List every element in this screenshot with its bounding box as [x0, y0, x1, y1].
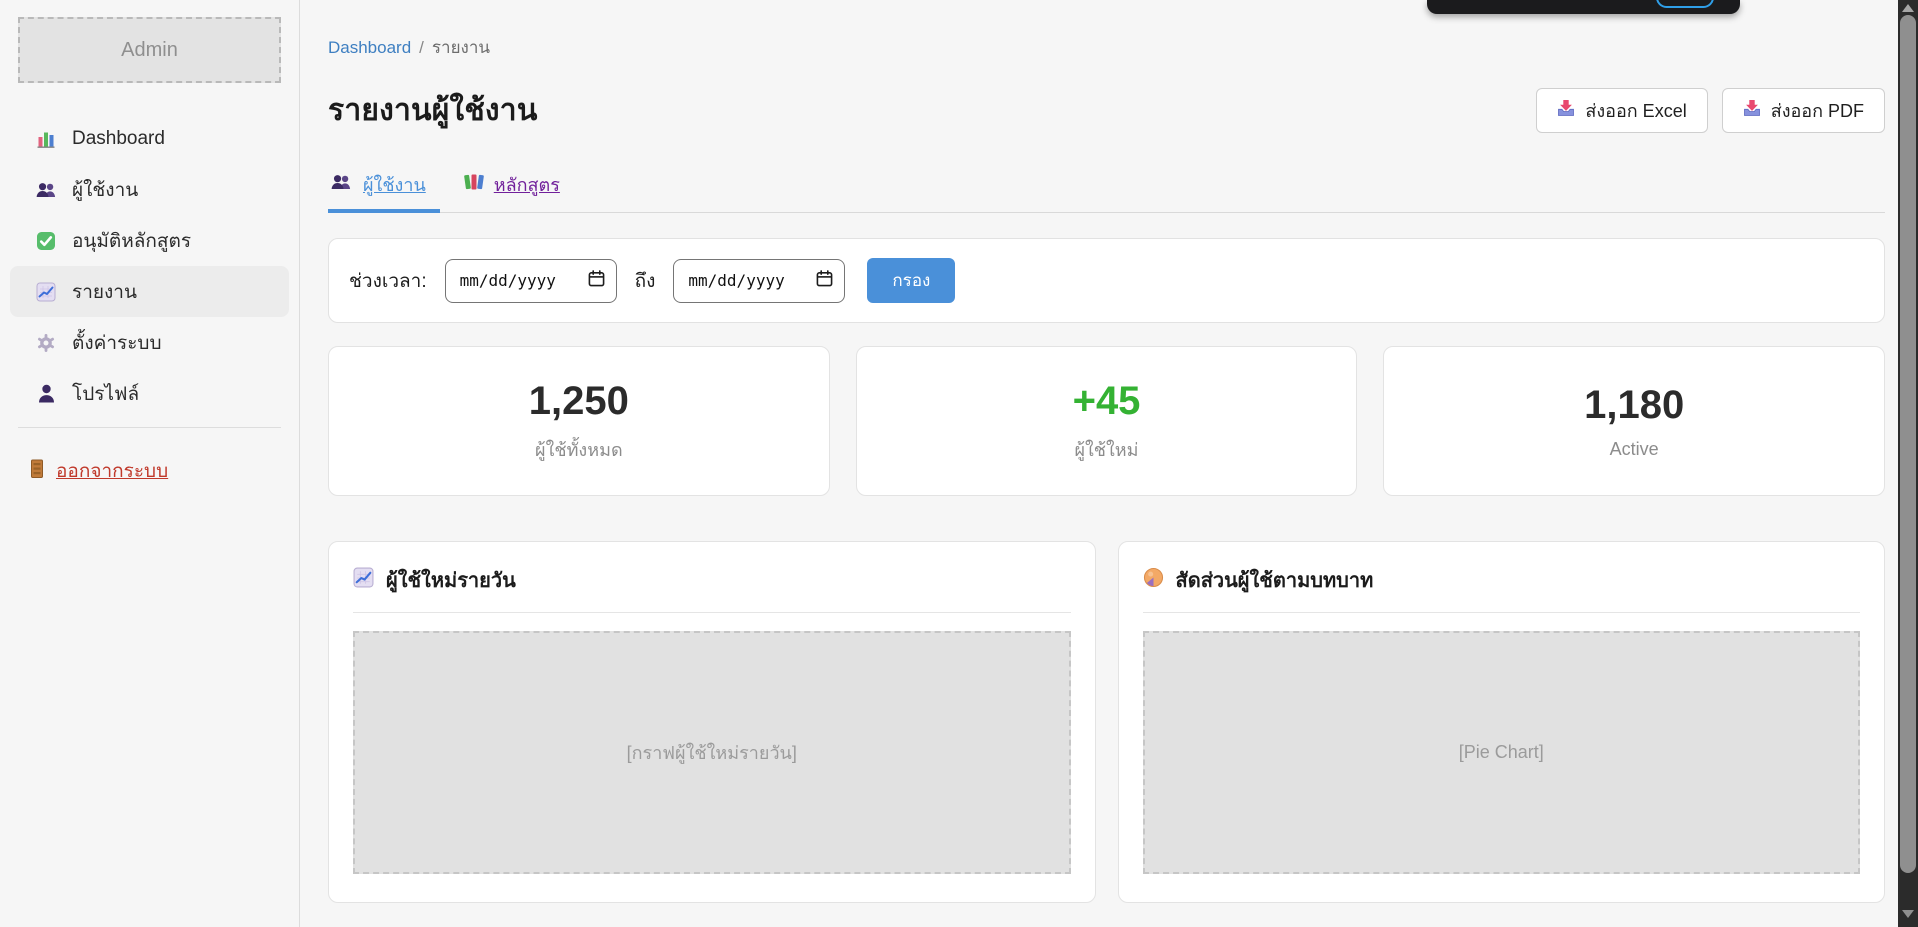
- breadcrumb-current: รายงาน: [432, 38, 490, 57]
- main-content: Dashboard / รายงาน รายงานผู้ใช้งาน ส่งออก …: [300, 0, 1918, 927]
- export-buttons: ส่งออก Excel ส่งออก PDF: [1536, 88, 1885, 133]
- page-title: รายงานผู้ใช้งาน: [328, 87, 538, 134]
- browser-popup-sliver: [1427, 0, 1740, 14]
- stat-card-total-users: 1,250 ผู้ใช้ทั้งหมด: [328, 346, 830, 496]
- sidebar-item-label: ตั้งค่าระบบ: [72, 328, 162, 358]
- sidebar-item-label: ผู้ใช้งาน: [72, 175, 138, 205]
- sidebar-item-users[interactable]: ผู้ใช้งาน: [10, 164, 289, 215]
- tab-users-label: ผู้ใช้งาน: [363, 170, 426, 199]
- sidebar: Admin Dashboard ผู้ใช้งาน อนุมัติหลักสูต…: [0, 0, 300, 927]
- brand-label: Admin: [121, 39, 178, 62]
- person-icon: [34, 384, 58, 403]
- tab-courses-label: หลักสูตร: [494, 170, 560, 199]
- date-to-value: mm/dd/yyyy: [688, 271, 784, 290]
- chart-header: สัดส่วนผู้ใช้ตามบทบาท: [1143, 564, 1861, 613]
- date-to-input[interactable]: mm/dd/yyyy: [673, 259, 845, 303]
- tab-users[interactable]: ผู้ใช้งาน: [328, 166, 440, 212]
- chart-title: ผู้ใช้ใหม่รายวัน: [386, 564, 516, 596]
- chart-header: ผู้ใช้ใหม่รายวัน: [353, 564, 1071, 613]
- date-to-label: ถึง: [635, 266, 656, 296]
- line-chart-icon: [34, 282, 58, 302]
- sidebar-item-dashboard[interactable]: Dashboard: [10, 113, 289, 164]
- breadcrumb: Dashboard / รายงาน: [328, 34, 1885, 61]
- export-excel-button[interactable]: ส่งออก Excel: [1536, 88, 1707, 133]
- title-row: รายงานผู้ใช้งาน ส่งออก Excel ส่งออก PDF: [328, 87, 1885, 134]
- line-chart-icon: [353, 567, 374, 594]
- chart-card-daily-new-users: ผู้ใช้ใหม่รายวัน [กราฟผู้ใช้ใหม่รายวัน]: [328, 541, 1096, 903]
- scrollbar-thumb[interactable]: [1900, 15, 1916, 873]
- tab-bar: ผู้ใช้งาน หลักสูตร: [328, 166, 1885, 213]
- sidebar-item-settings[interactable]: ตั้งค่าระบบ: [10, 317, 289, 368]
- calendar-icon[interactable]: [588, 270, 605, 292]
- download-tray-icon: [1557, 99, 1575, 122]
- breadcrumb-separator: /: [419, 38, 424, 57]
- stat-value: 1,250: [529, 379, 629, 424]
- check-icon: [34, 231, 58, 251]
- sidebar-item-profile[interactable]: โปรไฟล์: [10, 368, 289, 419]
- pie-chart-icon: [1143, 567, 1164, 594]
- gear-icon: [34, 333, 58, 353]
- stat-card-active-users: 1,180 Active: [1383, 346, 1885, 496]
- vertical-scrollbar[interactable]: [1898, 0, 1918, 927]
- popup-focused-button[interactable]: [1656, 0, 1714, 8]
- sidebar-divider: [18, 427, 281, 428]
- sidebar-item-label: Dashboard: [72, 128, 165, 150]
- export-excel-label: ส่งออก Excel: [1585, 96, 1686, 125]
- logout-link[interactable]: ออกจากระบบ: [30, 456, 168, 486]
- stats-row: 1,250 ผู้ใช้ทั้งหมด +45 ผู้ใช้ใหม่ 1,180…: [328, 346, 1885, 496]
- users-icon: [34, 182, 58, 198]
- door-icon: [30, 459, 44, 484]
- date-range-label: ช่วงเวลา:: [349, 266, 427, 296]
- sidebar-item-label: รายงาน: [72, 277, 137, 307]
- users-icon: [330, 174, 353, 195]
- stat-label: ผู้ใช้ใหม่: [1074, 435, 1138, 464]
- bar-chart-icon: [34, 129, 58, 149]
- breadcrumb-home-link[interactable]: Dashboard: [328, 38, 411, 57]
- calendar-icon[interactable]: [816, 270, 833, 292]
- sidebar-item-label: อนุมัติหลักสูตร: [72, 226, 191, 256]
- chart-placeholder-text: [Pie Chart]: [1459, 742, 1544, 763]
- stat-value: +45: [1073, 379, 1141, 424]
- sidebar-item-reports[interactable]: รายงาน: [10, 266, 289, 317]
- date-filter-card: ช่วงเวลา: mm/dd/yyyy ถึง mm/dd/yyyy กรอง: [328, 238, 1885, 323]
- stat-card-new-users: +45 ผู้ใช้ใหม่: [856, 346, 1358, 496]
- scroll-down-arrow-icon[interactable]: [1902, 910, 1914, 918]
- stat-label: Active: [1610, 439, 1659, 460]
- chart-placeholder-pie: [Pie Chart]: [1143, 631, 1861, 874]
- scroll-up-arrow-icon[interactable]: [1902, 4, 1914, 12]
- chart-card-users-by-role: สัดส่วนผู้ใช้ตามบทบาท [Pie Chart]: [1118, 541, 1886, 903]
- sidebar-item-approve-courses[interactable]: อนุมัติหลักสูตร: [10, 215, 289, 266]
- filter-submit-button[interactable]: กรอง: [867, 258, 955, 303]
- chart-placeholder-daily-new-users: [กราฟผู้ใช้ใหม่รายวัน]: [353, 631, 1071, 874]
- chart-placeholder-text: [กราฟผู้ใช้ใหม่รายวัน]: [627, 738, 797, 767]
- export-pdf-label: ส่งออก PDF: [1771, 96, 1864, 125]
- stat-value: 1,180: [1584, 383, 1684, 428]
- stat-label: ผู้ใช้ทั้งหมด: [535, 435, 623, 464]
- logout-label: ออกจากระบบ: [56, 456, 168, 486]
- app-layout: Admin Dashboard ผู้ใช้งาน อนุมัติหลักสูต…: [0, 0, 1918, 927]
- charts-row: ผู้ใช้ใหม่รายวัน [กราฟผู้ใช้ใหม่รายวัน] …: [328, 541, 1885, 903]
- tab-courses[interactable]: หลักสูตร: [462, 166, 574, 212]
- download-tray-icon: [1743, 99, 1761, 122]
- date-from-input[interactable]: mm/dd/yyyy: [445, 259, 617, 303]
- sidebar-item-label: โปรไฟล์: [72, 379, 139, 409]
- books-icon: [464, 173, 484, 196]
- date-from-value: mm/dd/yyyy: [460, 271, 556, 290]
- sidebar-nav: Dashboard ผู้ใช้งาน อนุมัติหลักสูตร รายง…: [0, 113, 299, 419]
- brand-logo-placeholder: Admin: [18, 17, 281, 83]
- chart-title: สัดส่วนผู้ใช้ตามบทบาท: [1176, 564, 1374, 596]
- export-pdf-button[interactable]: ส่งออก PDF: [1722, 88, 1885, 133]
